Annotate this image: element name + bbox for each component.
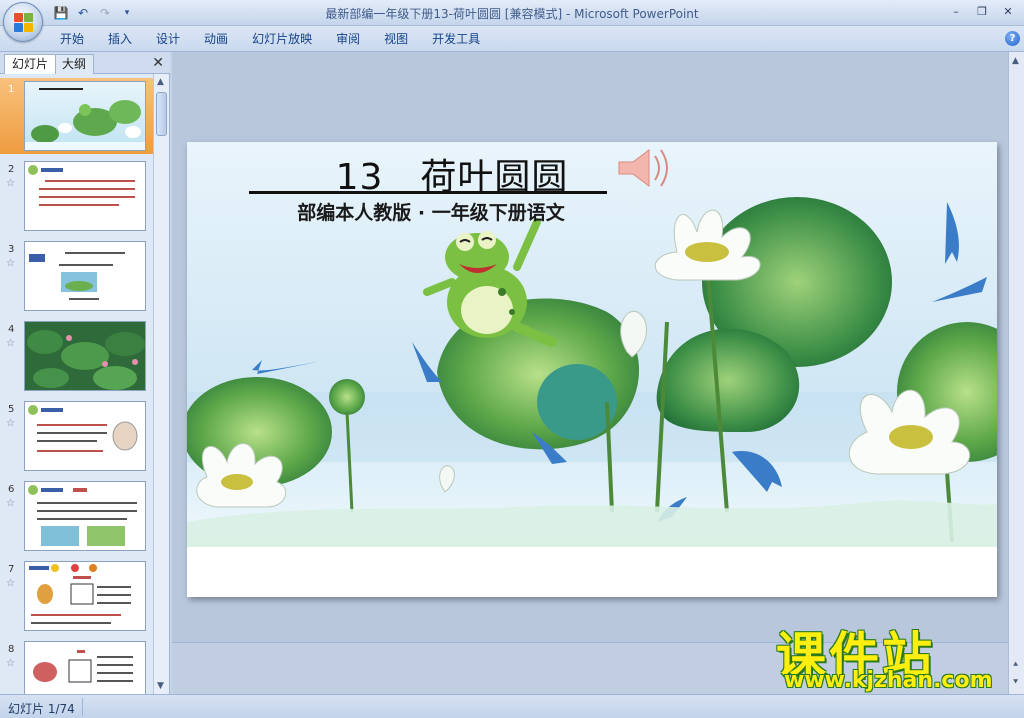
tab-review[interactable]: 审阅 [324,31,372,47]
slide-thumbnail[interactable] [24,561,146,631]
ribbon: 开始 插入 设计 动画 幻灯片放映 审阅 视图 开发工具 ? [0,26,1024,52]
thumbnail-art [33,650,133,683]
slide-thumb-row[interactable]: 5 ☆ [0,398,154,474]
current-slide[interactable]: 13 荷叶圆圆 部编本人教版 · 一年级下册语文 [187,142,997,597]
slide-number: 4 [8,324,15,335]
tab-animation[interactable]: 动画 [192,31,240,47]
slide-thumbnail[interactable] [24,481,146,551]
slide-number: 6 [8,484,15,495]
slide-number: 2 [8,164,15,175]
slides-scrollbar[interactable]: ▲ ▼ [153,74,169,694]
slide-number: 1 [8,84,15,95]
slide-number: 5 [8,404,15,415]
window-title: 最新部编一年级下册13-荷叶圆圆 [兼容模式] - Microsoft Powe… [325,7,699,21]
slide-thumb-row[interactable]: 4 ☆ [0,318,154,394]
thumbnail-art [25,88,145,150]
tab-insert[interactable]: 插入 [96,31,144,47]
thumbnail-art [28,165,135,206]
status-divider [82,698,83,716]
minimize-icon[interactable]: – [944,2,968,20]
help-icon[interactable]: ? [1005,31,1020,46]
tab-design[interactable]: 设计 [144,31,192,47]
tab-developer[interactable]: 开发工具 [420,31,492,47]
slide-thumb-row[interactable]: 8 ☆ [0,638,154,694]
slide-number: 7 [8,564,15,575]
animation-star-icon: ☆ [6,338,15,349]
scroll-thumb[interactable] [156,92,167,136]
thumbnail-art [28,405,138,452]
tab-slideshow[interactable]: 幻灯片放映 [240,31,324,47]
prev-slide-icon[interactable]: ⯅ [1012,660,1019,670]
slide-thumbnail[interactable] [24,81,146,151]
thumbnail-art [29,252,125,300]
slide-thumbnails: 1 2 ☆ 3 ☆ 4 ☆ 5 ☆ 6 ☆ 7 ☆ 8 ☆ [0,74,154,694]
thumbnail-art [28,485,137,546]
next-slide-icon[interactable]: ⯆ [1012,678,1019,688]
animation-star-icon: ☆ [6,418,15,429]
scroll-down-icon[interactable]: ▼ [157,681,164,691]
close-icon[interactable]: ✕ [152,55,164,71]
slide-editing-area: 13 荷叶圆圆 部编本人教版 · 一年级下册语文 [172,52,1008,694]
slide-number: 3 [8,244,15,255]
status-bar: 幻灯片 1/74 [0,694,1024,718]
watermark-url: www.kjzhan.com [784,668,993,693]
tab-outline[interactable]: 大纲 [54,54,95,74]
ribbon-tabs: 开始 插入 设计 动画 幻灯片放映 审阅 视图 开发工具 [48,31,492,47]
thumbnail-art [27,330,145,390]
tab-view[interactable]: 视图 [372,31,420,47]
slide-scrollbar[interactable]: ▲ ⯅ ⯆ [1008,52,1024,694]
animation-star-icon: ☆ [6,178,15,189]
office-logo-icon [14,13,34,33]
title-underline [249,191,607,194]
thumbnail-art [29,564,131,624]
restore-icon[interactable]: ❐ [970,2,994,20]
animation-star-icon: ☆ [6,578,15,589]
slide-thumbnail[interactable] [24,321,146,391]
animation-star-icon: ☆ [6,258,15,269]
animation-star-icon: ☆ [6,658,15,669]
panel-tabs: 幻灯片 大纲 ✕ [0,52,170,74]
slide-thumb-row[interactable]: 1 [0,78,154,154]
tab-home[interactable]: 开始 [48,31,96,47]
slide-thumb-row[interactable]: 2 ☆ [0,158,154,234]
slide-thumbnail[interactable] [24,401,146,471]
tab-slides[interactable]: 幻灯片 [4,54,57,74]
scroll-up-icon[interactable]: ▲ [157,77,164,87]
slides-panel: 幻灯片 大纲 ✕ 1 2 ☆ 3 ☆ 4 ☆ 5 ☆ 6 ☆ 7 ☆ 8 ☆ ▲… [0,52,170,694]
close-icon[interactable]: ✕ [996,2,1020,20]
window-controls: – ❐ ✕ [944,2,1020,20]
slide-thumbnail[interactable] [24,241,146,311]
slide-number: 8 [8,644,15,655]
slide-thumbnail[interactable] [24,641,146,694]
slide-thumb-row[interactable]: 3 ☆ [0,238,154,314]
slide-subtitle[interactable]: 部编本人教版 · 一年级下册语文 [271,198,591,225]
slide-thumb-row[interactable]: 6 ☆ [0,478,154,554]
watermark: 课件站 www.kjzhan.com [776,616,1012,696]
office-button[interactable] [3,2,43,42]
slide-thumb-row[interactable]: 7 ☆ [0,558,154,634]
animation-star-icon: ☆ [6,498,15,509]
title-bar: 💾 ↶ ↷ ▾ 最新部编一年级下册13-荷叶圆圆 [兼容模式] - Micros… [0,0,1024,42]
scroll-up-icon[interactable]: ▲ [1012,56,1019,66]
slide-counter: 幻灯片 1/74 [8,702,75,716]
slide-thumbnail[interactable] [24,161,146,231]
